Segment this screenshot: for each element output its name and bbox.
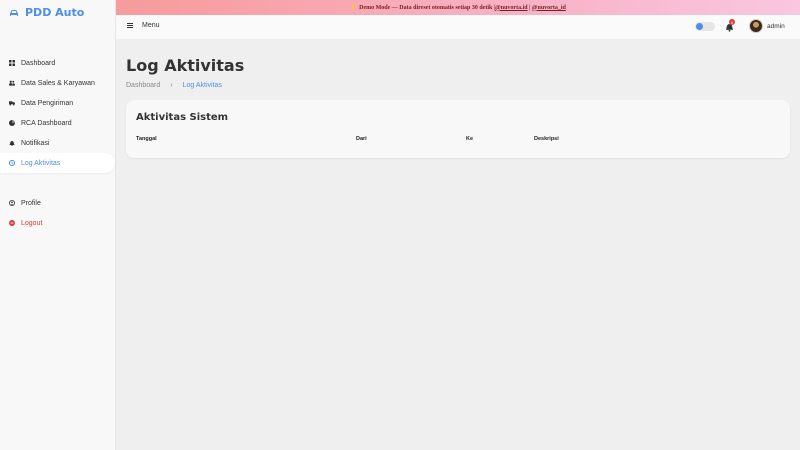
column-header-ke[interactable]: Ke: [466, 136, 473, 142]
sidebar-item-label: Data Sales & Karyawan: [21, 79, 95, 87]
topbar: Menu 0 admin: [116, 15, 800, 39]
user-circle-icon: [9, 200, 15, 206]
column-header-tanggal[interactable]: Tanggal: [136, 136, 157, 142]
breadcrumb-home[interactable]: Dashboard: [126, 82, 160, 89]
breadcrumb-current: Log Aktivitas: [182, 82, 222, 89]
activity-card: Aktivitas Sistem Tanggal Dari Ke Deskrip…: [126, 100, 790, 158]
breadcrumb: Dashboard › Log Aktivitas: [126, 82, 222, 89]
history-icon: [9, 160, 15, 166]
hamburger-icon: [127, 23, 133, 28]
avatar: [749, 19, 763, 33]
sidebar-item-label: RCA Dashboard: [21, 119, 72, 127]
sidebar-item-label: Notifikasi: [21, 139, 50, 147]
car-icon: [10, 9, 18, 16]
column-header-deskripsi[interactable]: Deskripsi: [534, 136, 559, 142]
sidebar-nav: Dashboard Data Sales & Karyawan Data Pen…: [0, 53, 116, 173]
sidebar-item-label: Log Aktivitas: [21, 159, 61, 167]
card-title: Aktivitas Sistem: [136, 112, 229, 123]
sidebar-item-data-pengiriman[interactable]: Data Pengiriman: [0, 93, 116, 113]
theme-toggle[interactable]: [695, 22, 715, 31]
banner-link-1[interactable]: @nuvorta.id: [495, 5, 527, 11]
sidebar-item-label: Dashboard: [21, 59, 56, 67]
users-icon: [9, 80, 15, 86]
sidebar-item-logout[interactable]: Logout: [0, 213, 116, 233]
sidebar: PDD Auto Dashboard Data Sales & Karyawan…: [0, 0, 116, 450]
table-header: Tanggal Dari Ke Deskripsi: [126, 136, 790, 146]
page-title: Log Aktivitas: [126, 56, 245, 75]
logout-icon: [9, 220, 15, 226]
sidebar-item-notifikasi[interactable]: Notifikasi: [0, 133, 116, 153]
banner-text: ⚡ Demo Mode — Data direset otomatis seti…: [350, 5, 496, 11]
username: admin: [767, 22, 785, 30]
notification-badge: 0: [729, 19, 735, 25]
sidebar-bottom-nav: Profile Logout: [0, 193, 116, 233]
menu-label: Menu: [142, 22, 160, 29]
toggle-knob: [696, 23, 703, 30]
main-content: Log Aktivitas Dashboard › Log Aktivitas …: [116, 39, 800, 450]
sidebar-item-rca-dashboard[interactable]: RCA Dashboard: [0, 113, 116, 133]
column-header-dari[interactable]: Dari: [356, 136, 367, 142]
demo-banner: ⚡ Demo Mode — Data direset otomatis seti…: [116, 0, 800, 15]
sidebar-item-profile[interactable]: Profile: [0, 193, 116, 213]
banner-link-2[interactable]: @nuvorta_id: [532, 5, 566, 11]
sidebar-item-log-aktivitas[interactable]: Log Aktivitas: [0, 153, 115, 173]
chart-icon: [9, 120, 15, 126]
brand-name: PDD Auto: [25, 6, 85, 19]
breadcrumb-separator: ›: [170, 82, 173, 89]
notification-button[interactable]: 0: [725, 19, 735, 32]
sidebar-item-dashboard[interactable]: Dashboard: [0, 53, 116, 73]
sidebar-item-label: Profile: [21, 199, 41, 207]
bell-icon: [9, 140, 15, 146]
sidebar-item-data-sales[interactable]: Data Sales & Karyawan: [0, 73, 116, 93]
truck-icon: [9, 100, 15, 106]
menu-toggle-button[interactable]: Menu: [127, 22, 160, 29]
brand-logo[interactable]: PDD Auto: [9, 6, 84, 19]
sidebar-item-label: Data Pengiriman: [21, 99, 74, 107]
grid-icon: [9, 60, 15, 66]
sidebar-item-label: Logout: [21, 219, 43, 227]
user-menu[interactable]: admin: [749, 19, 785, 33]
